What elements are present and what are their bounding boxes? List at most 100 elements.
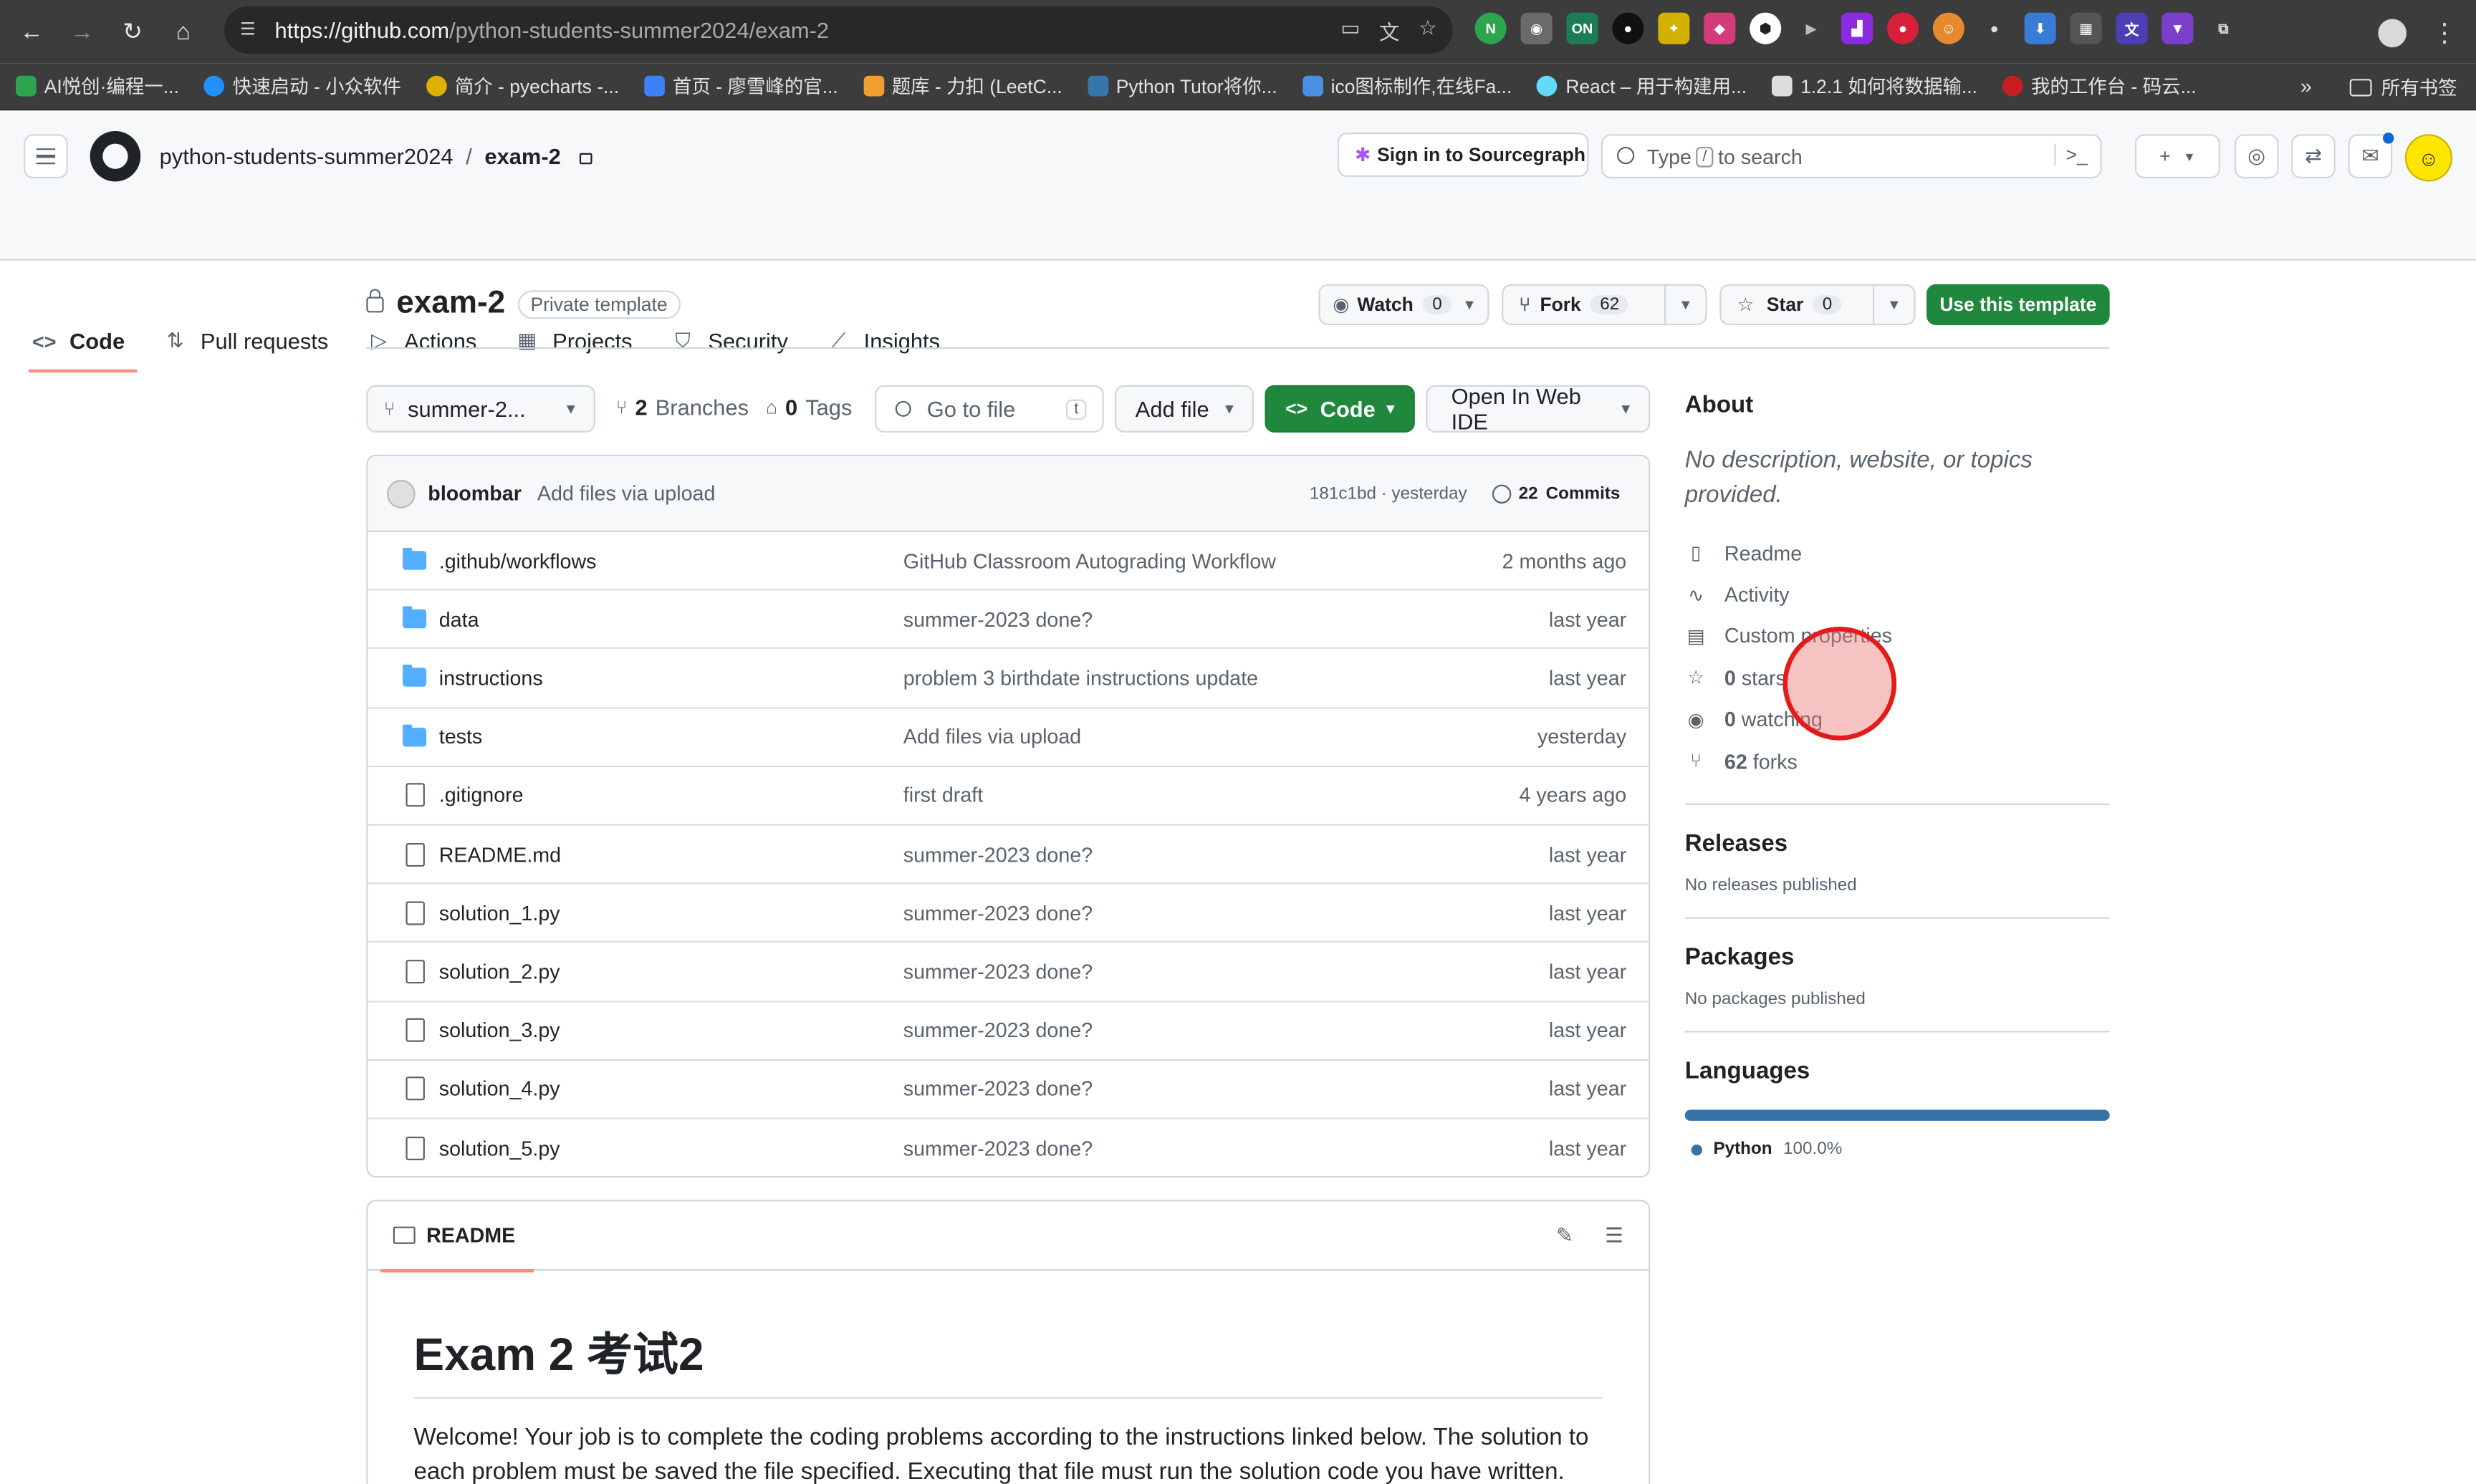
- file-name[interactable]: .gitignore: [439, 784, 524, 807]
- activity-link[interactable]: ∿ Activity: [1685, 574, 2110, 615]
- create-new-button[interactable]: + ▼: [2134, 134, 2220, 179]
- commits-link[interactable]: 22 Commits: [1492, 483, 1620, 504]
- file-name[interactable]: solution_4.py: [439, 1077, 560, 1101]
- file-commit-message[interactable]: summer-2023 done?: [903, 901, 1093, 925]
- go-to-file-input[interactable]: Go to file t: [875, 385, 1104, 433]
- table-row[interactable]: .github/workflows GitHub Classroom Autogr…: [368, 532, 1649, 591]
- tab-pull-requests[interactable]: ⇅ Pull requests: [163, 312, 347, 369]
- bookmark-item[interactable]: 题库 - 力扣 (LeetC...: [850, 72, 1075, 99]
- file-name[interactable]: solution_5.py: [439, 1137, 560, 1160]
- table-row[interactable]: instructions problem 3 birthdate instruct…: [368, 650, 1649, 708]
- extension-github-icon[interactable]: ●: [1978, 12, 2010, 44]
- file-name[interactable]: tests: [439, 725, 483, 748]
- file-name[interactable]: solution_2.py: [439, 960, 560, 983]
- star-button[interactable]: ☆ Star 0 ▼: [1719, 284, 1916, 326]
- browser-menu-icon[interactable]: ⋮: [2425, 17, 2463, 49]
- file-commit-message[interactable]: summer-2023 done?: [903, 1137, 1093, 1160]
- watching-link[interactable]: ◉ 0 watching: [1685, 698, 2110, 740]
- home-icon[interactable]: ⌂: [158, 6, 208, 57]
- extension-feather-icon[interactable]: ✦: [1658, 12, 1690, 44]
- bookmark-item[interactable]: 快速启动 - 小众软件: [191, 72, 413, 99]
- command-palette-icon[interactable]: >_: [2055, 143, 2088, 166]
- avatar[interactable]: ☺: [2404, 134, 2452, 182]
- table-row[interactable]: README.md summer-2023 done? last year: [368, 826, 1649, 885]
- extension-grid-icon[interactable]: ▦: [2070, 12, 2102, 44]
- outline-list-icon[interactable]: ☰: [1605, 1223, 1623, 1248]
- language-item[interactable]: Python 100.0%: [1685, 1140, 2110, 1160]
- site-settings-icon[interactable]: ☰: [240, 19, 256, 39]
- bookmark-item[interactable]: ico图标制作,在线Fa...: [1290, 72, 1525, 99]
- file-name[interactable]: solution_3.py: [439, 1018, 560, 1042]
- branches-link[interactable]: ⑂ 2 Branches: [616, 395, 749, 420]
- file-name[interactable]: README.md: [439, 842, 561, 866]
- bookmark-star-icon[interactable]: ☆: [1419, 16, 1437, 46]
- commit-message[interactable]: Add files via upload: [537, 481, 716, 505]
- github-logo-icon[interactable]: [90, 130, 141, 182]
- commit-author[interactable]: bloombar: [428, 481, 522, 505]
- table-row[interactable]: solution_3.py summer-2023 done? last year: [368, 1002, 1649, 1061]
- table-row[interactable]: solution_5.py summer-2023 done? last year: [368, 1119, 1649, 1176]
- chevron-down-icon[interactable]: ▼: [1664, 285, 1705, 324]
- extension-hex-icon[interactable]: ⬢: [1750, 12, 1782, 44]
- extension-record-icon[interactable]: ●: [1886, 12, 1919, 44]
- org-link[interactable]: python-students-summer2024: [160, 144, 454, 169]
- extension-tetris-icon[interactable]: ▟: [1841, 12, 1873, 44]
- file-name[interactable]: instructions: [439, 666, 543, 690]
- table-row[interactable]: data summer-2023 done? last year: [368, 591, 1649, 650]
- repo-link[interactable]: exam-2: [484, 144, 560, 169]
- file-commit-message[interactable]: first draft: [903, 784, 983, 807]
- bookmark-item[interactable]: React – 用于构建用...: [1525, 72, 1760, 99]
- bookmark-item[interactable]: AI悦创·编程一...: [0, 72, 191, 99]
- extension-game-icon[interactable]: ◆: [1704, 12, 1736, 44]
- chevron-down-icon[interactable]: ▼: [1451, 286, 1487, 324]
- bookmarks-overflow-button[interactable]: »: [2300, 74, 2312, 98]
- tab-security[interactable]: ⛉ Security: [671, 312, 807, 369]
- file-commit-message[interactable]: summer-2023 done?: [903, 1018, 1093, 1042]
- file-name[interactable]: data: [439, 607, 479, 631]
- profile-avatar[interactable]: [2378, 19, 2407, 48]
- readme-tab[interactable]: README: [380, 1201, 535, 1272]
- pull-requests-button[interactable]: ⇄: [2291, 134, 2336, 179]
- bookmark-item[interactable]: 简介 - pyecharts -...: [414, 72, 632, 99]
- file-commit-message[interactable]: summer-2023 done?: [903, 607, 1093, 631]
- file-name[interactable]: .github/workflows: [439, 549, 597, 572]
- tab-insights[interactable]: ⟋ Insights: [826, 312, 959, 369]
- readme-link[interactable]: ▯ Readme: [1685, 532, 2110, 574]
- extension-n-icon[interactable]: N: [1474, 12, 1507, 44]
- address-bar[interactable]: ☰ https://github.com/python-students-sum…: [224, 6, 1453, 54]
- extension-badge-icon[interactable]: ●: [1612, 12, 1644, 44]
- reload-icon[interactable]: ↻: [107, 6, 158, 57]
- packages-heading[interactable]: Packages: [1685, 945, 2110, 971]
- file-commit-message[interactable]: summer-2023 done?: [903, 842, 1093, 866]
- stars-link[interactable]: ☆ 0 stars: [1685, 657, 2110, 698]
- table-row[interactable]: solution_2.py summer-2023 done? last year: [368, 943, 1649, 1002]
- menu-icon[interactable]: [24, 134, 68, 179]
- bookmark-item[interactable]: Python Tutor将你...: [1075, 72, 1290, 99]
- extension-face-icon[interactable]: ☺: [1932, 12, 1964, 44]
- avatar[interactable]: [387, 478, 416, 508]
- file-commit-message[interactable]: summer-2023 done?: [903, 960, 1093, 983]
- repo-name[interactable]: exam-2: [396, 286, 505, 322]
- edit-pencil-icon[interactable]: ✎: [1556, 1223, 1573, 1248]
- code-button[interactable]: <> Code ▼: [1265, 385, 1415, 433]
- use-template-button[interactable]: Use this template: [1926, 284, 2110, 326]
- back-arrow-icon[interactable]: ←: [6, 6, 57, 57]
- table-row[interactable]: solution_4.py summer-2023 done? last year: [368, 1060, 1649, 1119]
- forward-arrow-icon[interactable]: →: [57, 6, 107, 57]
- releases-heading[interactable]: Releases: [1685, 831, 2110, 857]
- extension-cursor-icon[interactable]: ▶: [1795, 12, 1828, 44]
- file-commit-message[interactable]: Add files via upload: [903, 725, 1082, 748]
- tags-link[interactable]: ⌂ 0 Tags: [766, 395, 852, 420]
- extension-download-icon[interactable]: ⬇: [2024, 12, 2056, 44]
- table-row[interactable]: solution_1.py summer-2023 done? last year: [368, 885, 1649, 943]
- add-file-button[interactable]: Add file ▼: [1115, 385, 1254, 433]
- extension-camera-icon[interactable]: ◉: [1520, 12, 1553, 44]
- chevron-down-icon[interactable]: ▼: [1873, 285, 1914, 324]
- tab-code[interactable]: <> Code: [28, 312, 143, 373]
- install-app-icon[interactable]: ▭: [1340, 16, 1360, 46]
- extension-on-icon[interactable]: ON: [1566, 12, 1598, 44]
- fork-button[interactable]: ⑂ Fork 62 ▼: [1502, 284, 1707, 326]
- bookmark-item[interactable]: 1.2.1 如何将数据输...: [1760, 72, 1990, 99]
- extension-save-icon[interactable]: ▼: [2161, 12, 2194, 44]
- sourcegraph-button[interactable]: ✱ Sign in to Sourcegraph: [1337, 132, 1589, 177]
